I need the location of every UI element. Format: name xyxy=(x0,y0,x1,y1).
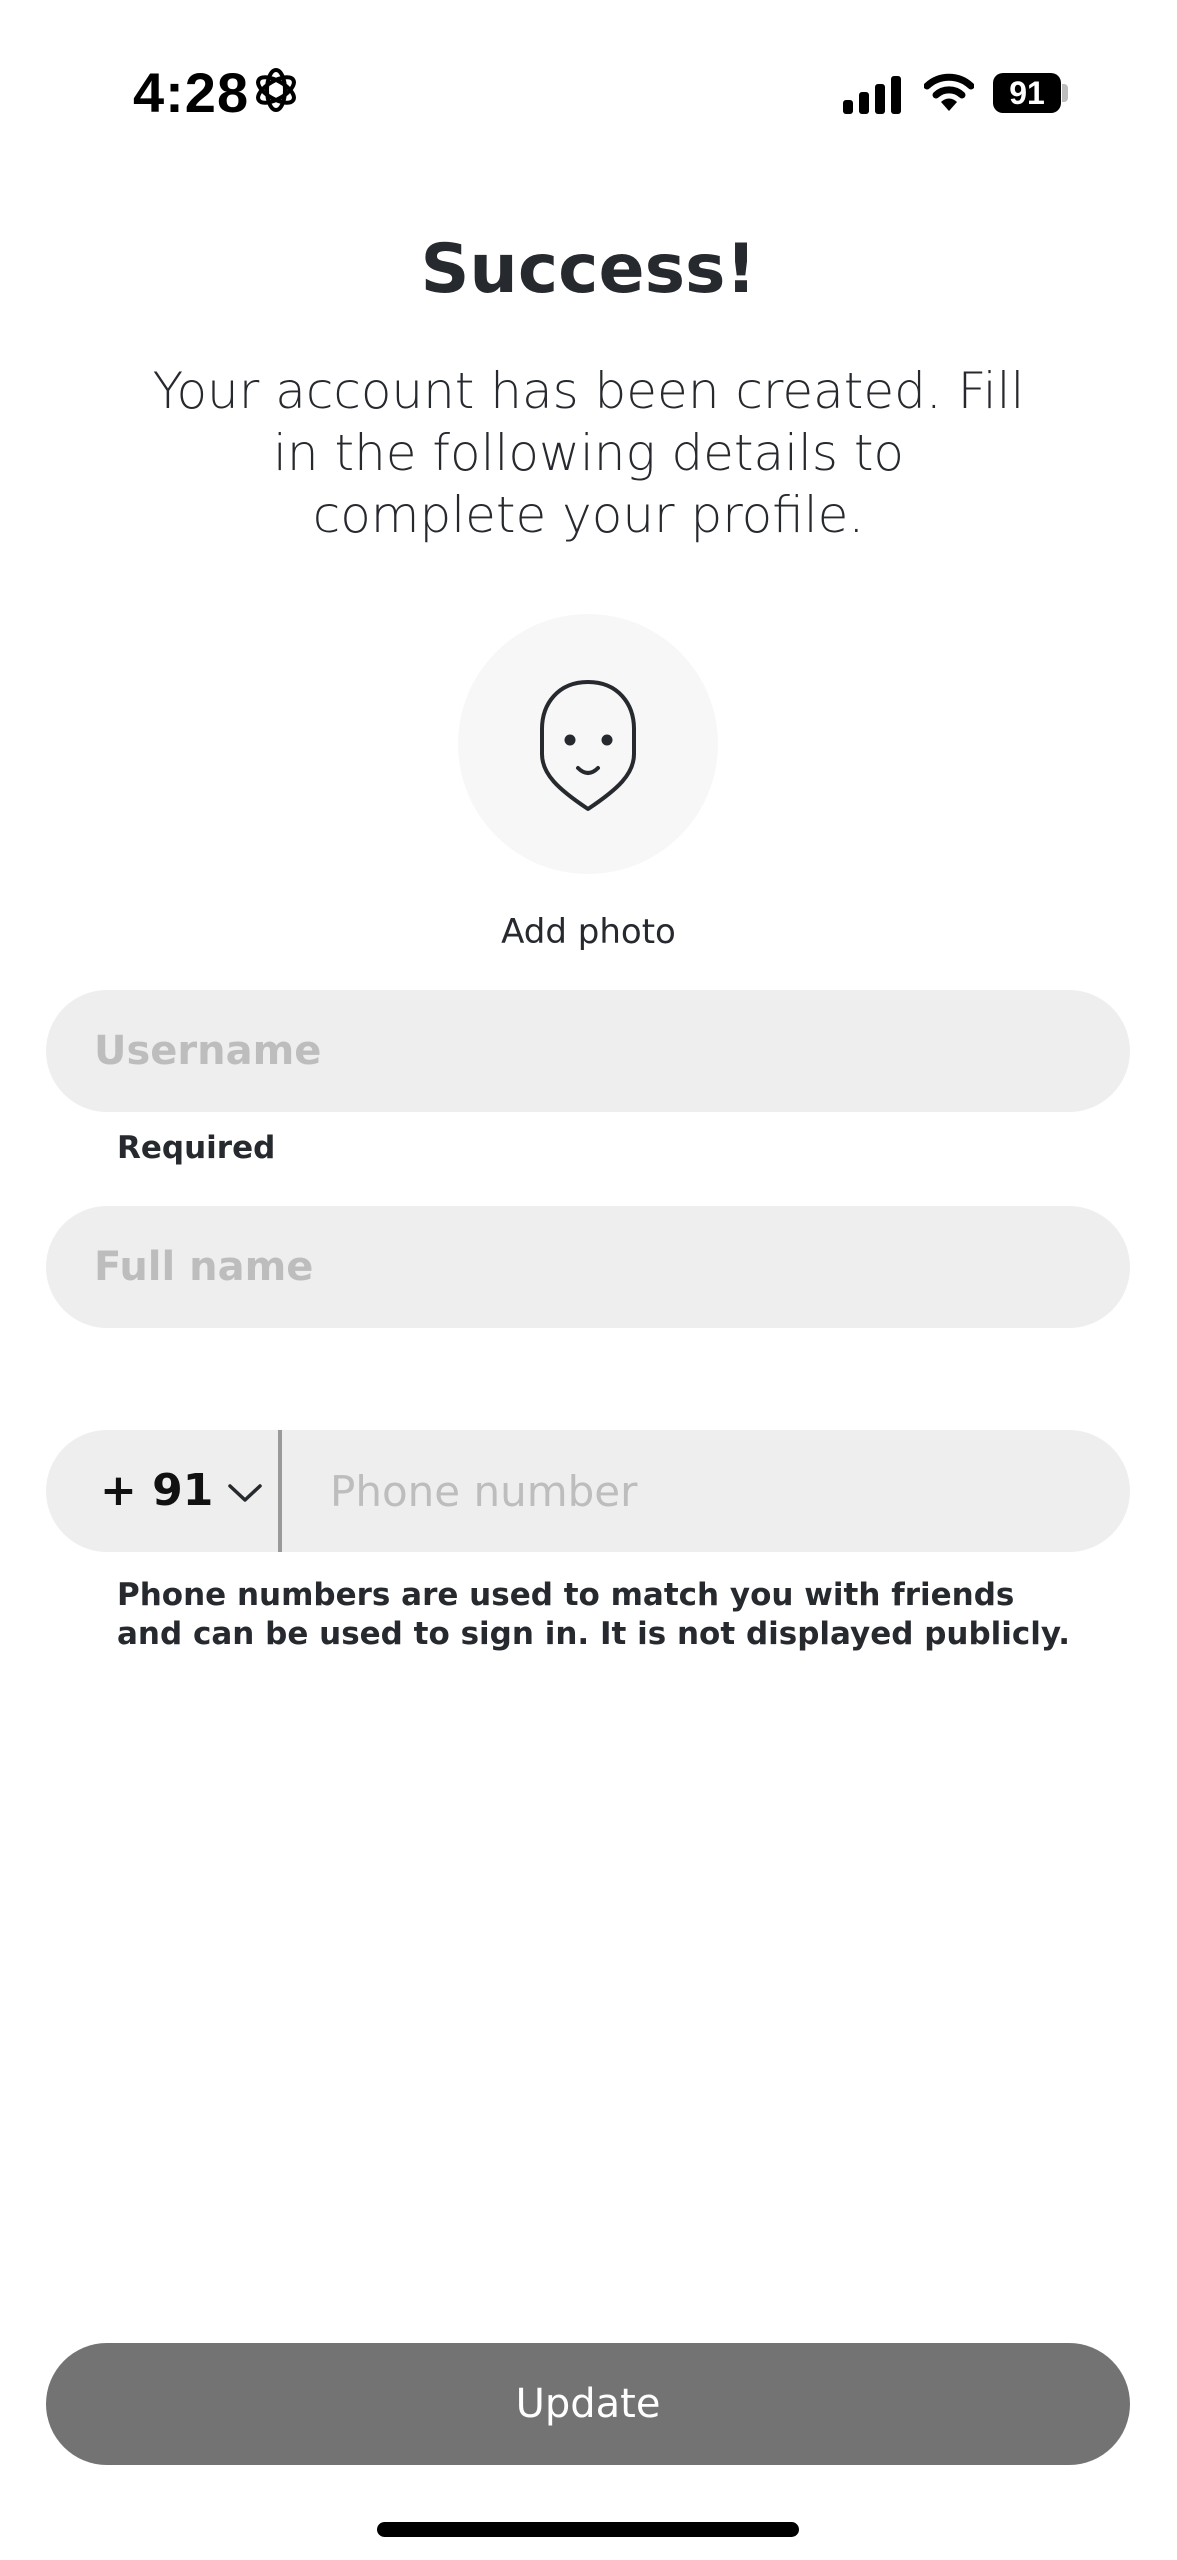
page-subtitle: Your account has been created. Fill in t… xyxy=(152,362,1025,544)
home-indicator[interactable] xyxy=(377,2522,799,2537)
update-button[interactable]: Update xyxy=(46,2343,1130,2465)
country-code-selector[interactable]: + 91 xyxy=(100,1430,263,1552)
phone-number-input[interactable] xyxy=(282,1430,1082,1552)
chevron-down-icon xyxy=(228,1484,263,1502)
add-photo-avatar[interactable] xyxy=(458,614,718,874)
country-code-value: + 91 xyxy=(100,1465,214,1516)
add-photo-label[interactable]: Add photo xyxy=(0,912,1177,952)
username-required-error: Required xyxy=(117,1130,276,1166)
settings-gear-icon xyxy=(256,68,296,112)
battery-indicator: 91 xyxy=(993,73,1061,113)
status-time: 4:28 xyxy=(133,61,250,124)
cellular-signal-icon xyxy=(843,76,901,114)
full-name-input[interactable] xyxy=(46,1206,1130,1328)
wifi-icon xyxy=(924,73,974,111)
face-placeholder-icon xyxy=(540,680,636,811)
phone-hint-text: Phone numbers are used to match you with… xyxy=(117,1577,1071,1652)
username-input[interactable] xyxy=(46,990,1130,1112)
page-title: Success! xyxy=(420,230,757,309)
phone-field: + 91 xyxy=(46,1430,1130,1552)
battery-cap xyxy=(1062,84,1068,102)
